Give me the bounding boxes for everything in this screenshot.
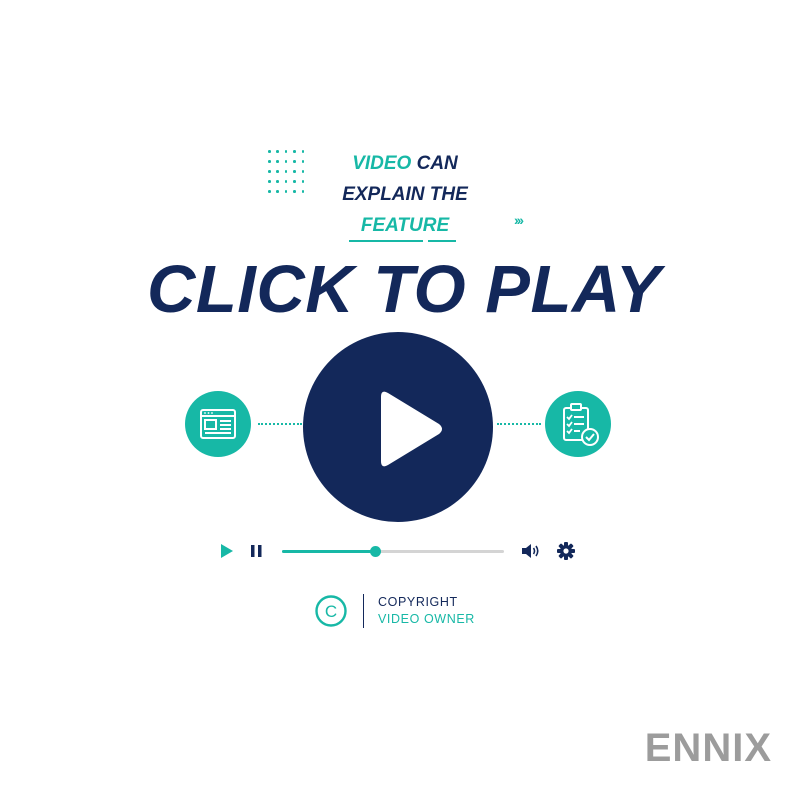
copyright-icon: C xyxy=(314,594,348,633)
pause-icon[interactable] xyxy=(249,542,265,565)
tagline-underline-left xyxy=(349,240,423,242)
dotted-connector-left xyxy=(258,423,302,425)
headline: CLICK TO PLAY xyxy=(147,252,661,327)
tagline: VIDEO CAN EXPLAIN THE FEATURE xyxy=(300,148,510,241)
tagline-rest: CAN xyxy=(411,153,458,174)
chevrons-icon: ››› xyxy=(514,212,524,228)
copyright-divider xyxy=(363,594,364,628)
progress-fill xyxy=(282,550,376,553)
copyright-label: COPYRIGHT xyxy=(378,595,458,609)
copyright-symbol: C xyxy=(325,602,337,621)
play-control-icon[interactable] xyxy=(219,542,235,565)
progress-bar[interactable] xyxy=(282,546,504,557)
volume-icon[interactable] xyxy=(520,542,542,565)
tagline-line-1: VIDEO CAN xyxy=(300,148,510,179)
tagline-line-3: FEATURE xyxy=(360,215,450,236)
settings-gear-icon[interactable] xyxy=(556,541,576,566)
clipboard-checklist-icon xyxy=(545,391,611,457)
tagline-line-2: EXPLAIN THE xyxy=(342,184,468,205)
tagline-underline-right xyxy=(428,240,456,242)
play-button[interactable] xyxy=(303,332,493,522)
play-icon xyxy=(381,391,442,467)
tagline-accent: VIDEO xyxy=(352,153,412,174)
dotted-connector-right xyxy=(497,423,541,425)
browser-layout-icon xyxy=(185,391,251,457)
copyright-text: COPYRIGHT VIDEO OWNER xyxy=(378,594,475,628)
watermark-logo: ENNIX xyxy=(644,726,772,770)
copyright-owner: VIDEO OWNER xyxy=(378,612,475,626)
progress-scrubber[interactable] xyxy=(370,546,382,557)
